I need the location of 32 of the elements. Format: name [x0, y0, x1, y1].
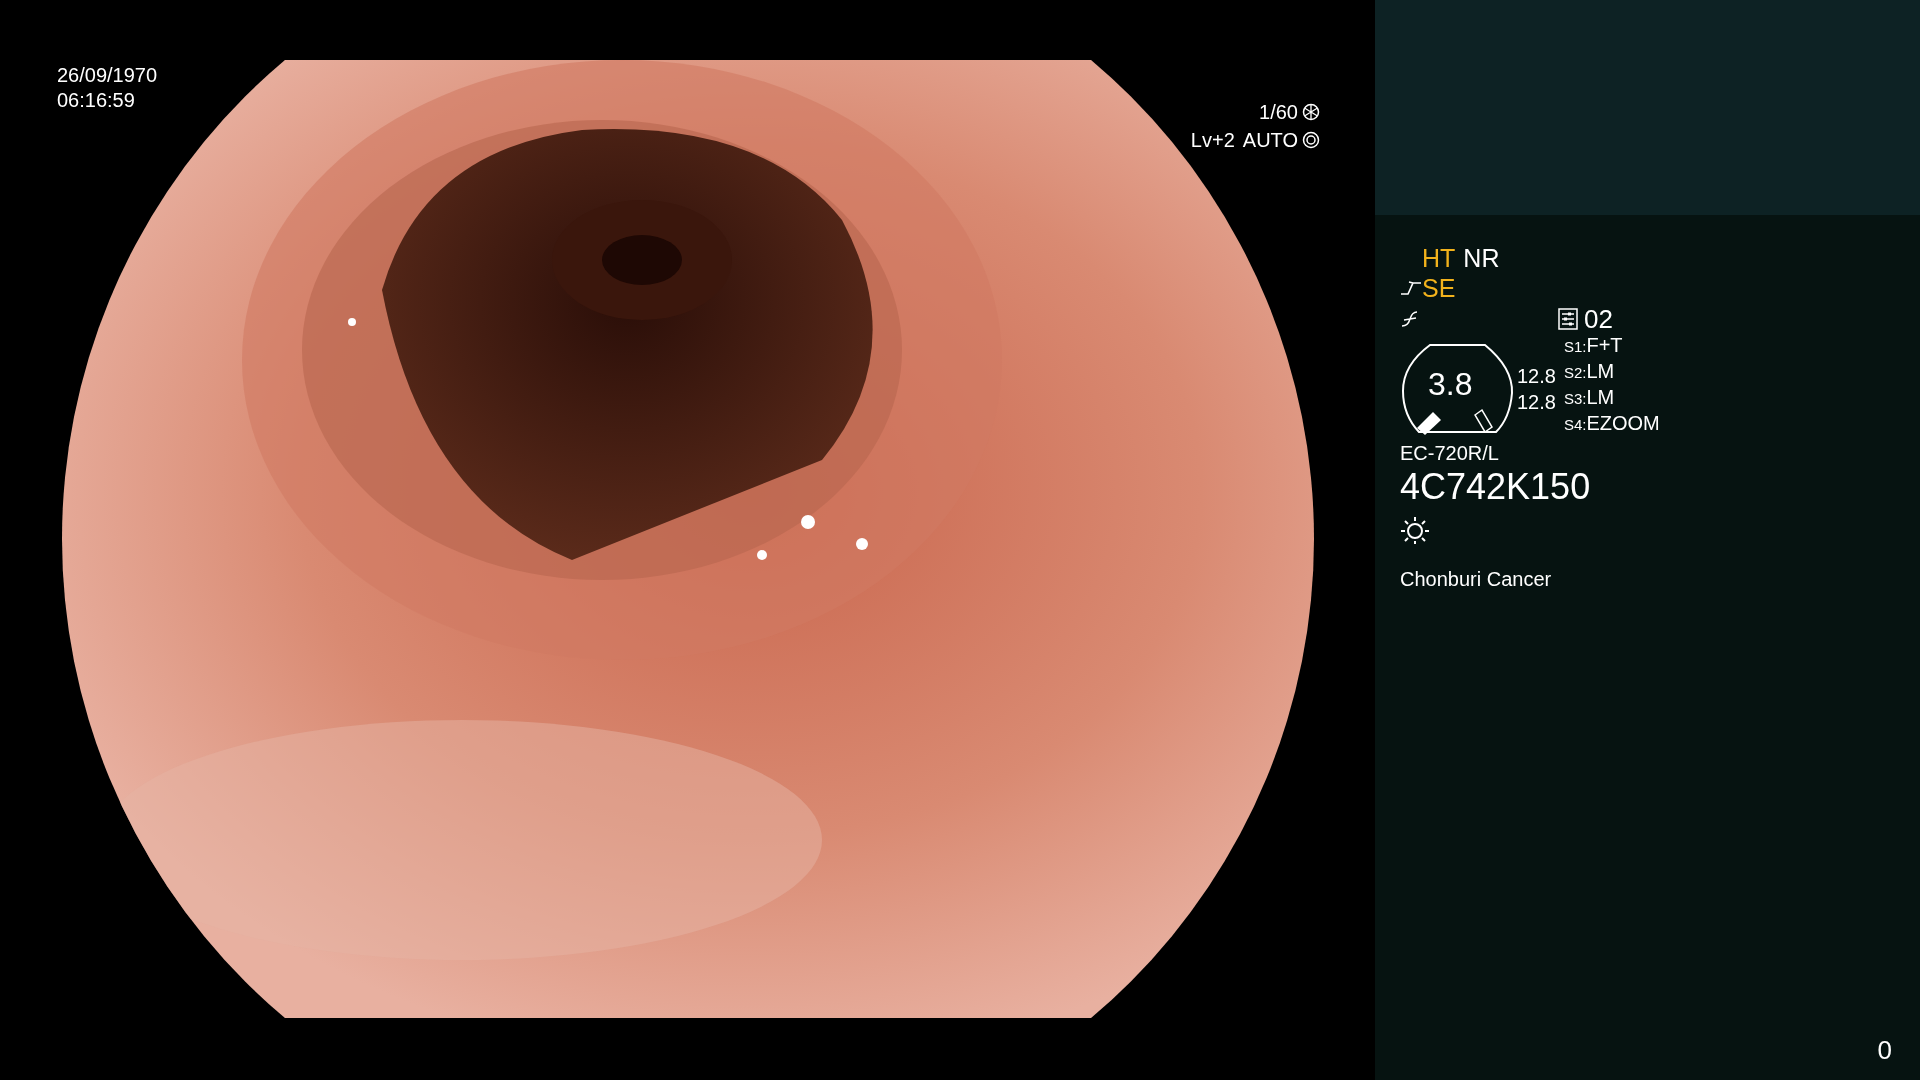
switch-key: S3:	[1563, 386, 1587, 411]
switch-key: S1:	[1563, 334, 1587, 359]
settings-icon	[1558, 308, 1578, 330]
time-text: 06:16:59	[57, 88, 136, 113]
switch-key: S4:	[1563, 412, 1587, 437]
enhancement-label: NR	[1463, 243, 1500, 273]
switch-value: LM	[1586, 359, 1615, 384]
switch-value: LM	[1586, 385, 1615, 410]
serial-number-text: 4C742K150	[1400, 465, 1592, 509]
preset-number: 02	[1584, 302, 1613, 336]
iris-icon	[1302, 131, 1320, 149]
zoom-reading: 12.8	[1517, 364, 1556, 389]
marker-icon	[1474, 408, 1493, 434]
date-text: 26/09/1970	[57, 63, 158, 88]
marker-icon	[1417, 412, 1441, 435]
institution-text: Chonburi Cancer	[1400, 567, 1553, 591]
aperture-icon	[1302, 103, 1320, 121]
zoom-value: 3.8	[1428, 365, 1473, 403]
shutter-speed-text: 1/60	[1259, 100, 1298, 125]
switch-value: EZOOM	[1586, 411, 1660, 436]
iris-mode-text: AUTO	[1242, 128, 1298, 153]
switch-value: F+T	[1586, 333, 1623, 358]
zoom-reading: 12.8	[1517, 390, 1556, 415]
counter-text: 0	[1877, 1034, 1892, 1067]
filter-icon	[1400, 310, 1418, 328]
curve-icon	[1400, 279, 1422, 297]
lamp-icon	[1400, 515, 1430, 545]
brightness-level-text: Lv+2	[1190, 128, 1235, 153]
scope-model-text: EC-720R/L	[1400, 441, 1500, 465]
enhancement-label: SE	[1422, 273, 1456, 303]
enhancement-label: HT	[1422, 243, 1456, 273]
switch-key: S2:	[1563, 360, 1587, 385]
